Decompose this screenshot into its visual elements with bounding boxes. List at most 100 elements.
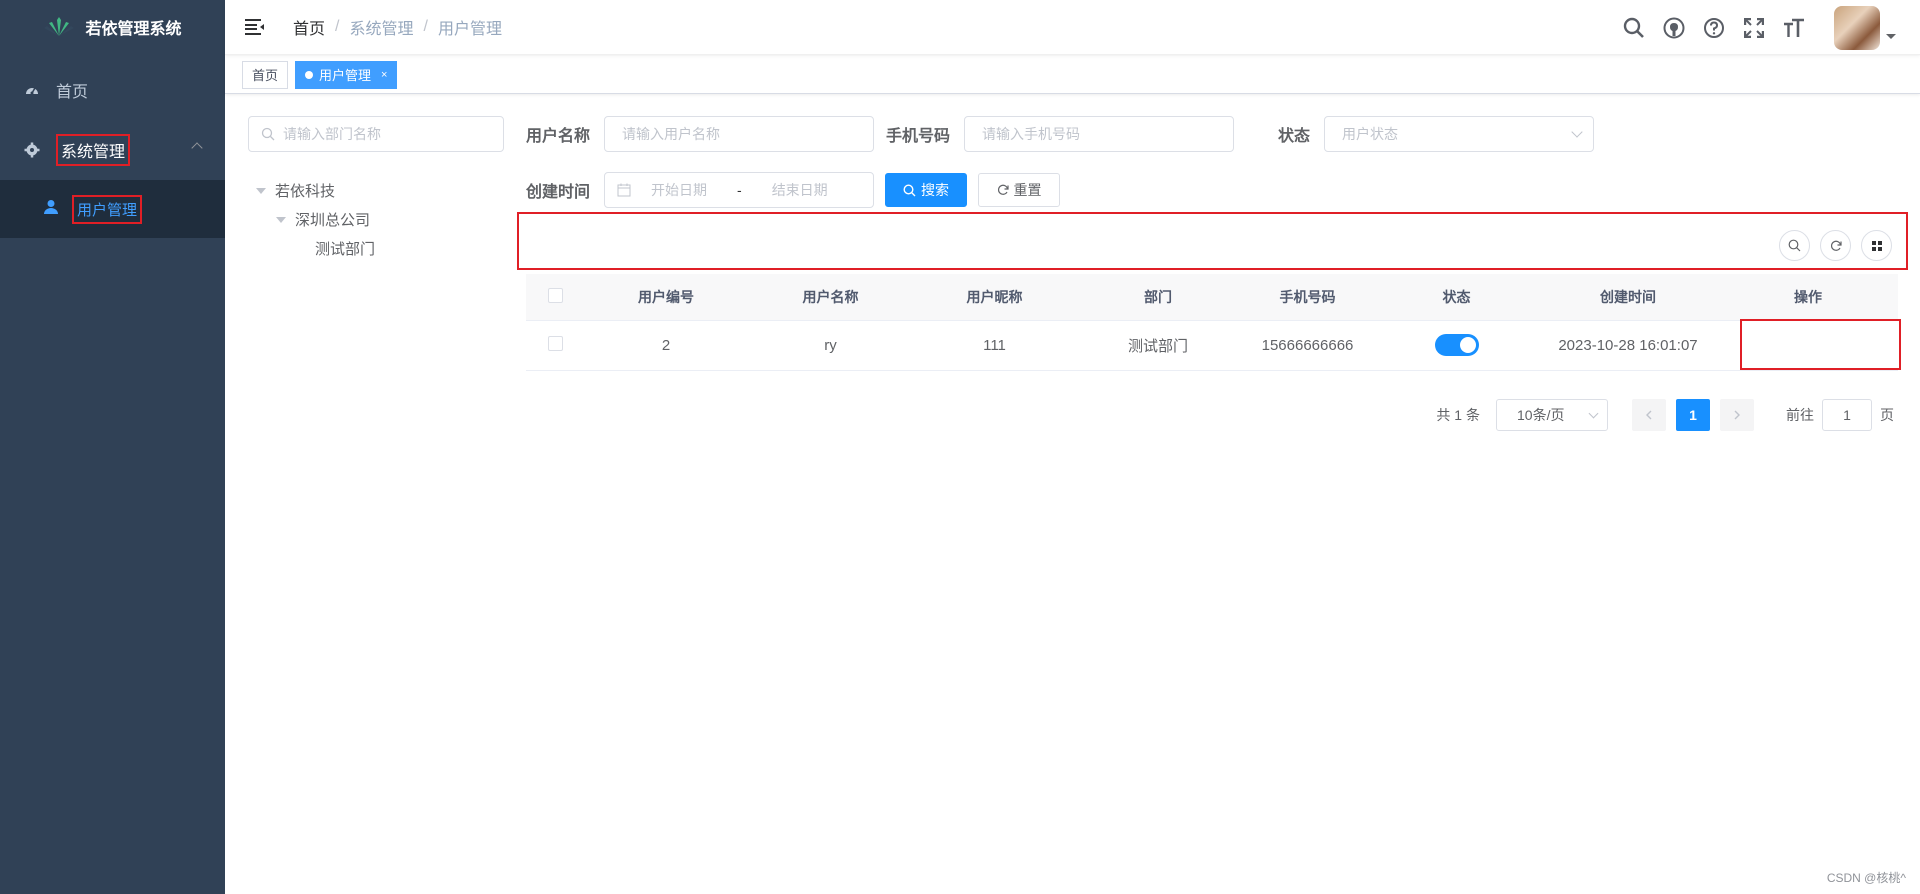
- status-switch[interactable]: [1434, 334, 1479, 356]
- chevron-right-icon: [1734, 410, 1740, 420]
- font-size-icon[interactable]: [1782, 16, 1806, 40]
- total-count: 共 1 条: [1436, 407, 1480, 423]
- cell-phone: 15666666666: [1240, 320, 1375, 371]
- status-select[interactable]: 用户状态: [1324, 116, 1595, 152]
- user-icon: [44, 199, 58, 219]
- highlight-box-actions: [1740, 319, 1901, 370]
- dept-search-placeholder: 请输入部门名称: [283, 126, 381, 142]
- gear-icon: [24, 142, 40, 158]
- cell-nickname: 111: [913, 320, 1076, 371]
- goto-label: 前往: [1786, 407, 1814, 423]
- tree-node[interactable]: 若依科技: [248, 176, 504, 205]
- search-button-label: 搜索: [921, 182, 950, 198]
- sidebar-item-system[interactable]: 系统管理: [0, 120, 225, 180]
- active-dot-icon: [305, 70, 314, 79]
- page-suffix: 页: [1880, 407, 1894, 423]
- breadcrumb-users: 用户管理: [437, 21, 502, 38]
- sidebar-item-label: 系统管理: [56, 134, 131, 166]
- status-label: 状态: [1278, 128, 1311, 145]
- tag-home[interactable]: 首页: [242, 60, 289, 89]
- select-all-checkbox[interactable]: [547, 287, 563, 303]
- sidebar-subitem-label: 用户管理: [72, 194, 143, 224]
- caret-down-icon: [276, 216, 286, 223]
- sidebar-item-users[interactable]: 用户管理: [0, 180, 225, 238]
- col-header: 创建时间: [1538, 274, 1718, 321]
- question-icon[interactable]: [1702, 16, 1726, 40]
- dept-search-input[interactable]: 请输入部门名称: [248, 116, 504, 152]
- breadcrumb-separator: /: [423, 18, 428, 35]
- page-size-select[interactable]: 10条/页: [1496, 399, 1608, 431]
- logo[interactable]: 若依管理系统: [0, 0, 225, 54]
- reset-button-label: 重置: [1013, 182, 1042, 198]
- search-button[interactable]: 搜索: [885, 173, 968, 207]
- breadcrumb-system: 系统管理: [349, 21, 414, 38]
- tree-node-label: 若依科技: [275, 183, 336, 200]
- columns-button[interactable]: [1861, 230, 1892, 261]
- dept-panel: 请输入部门名称 若依科技 深圳总公司 测试部门: [248, 116, 504, 263]
- tree-node[interactable]: 测试部门: [248, 234, 504, 263]
- start-date-placeholder: 开始日期: [651, 182, 708, 198]
- cell-status: [1375, 320, 1538, 371]
- dept-tree: 若依科技 深圳总公司 测试部门: [248, 176, 504, 263]
- col-header: 状态: [1375, 274, 1538, 321]
- select-all-cell: [526, 274, 584, 321]
- row-checkbox[interactable]: [547, 335, 563, 351]
- phone-placeholder: 请输入手机号码: [982, 126, 1081, 142]
- page-number-active[interactable]: 1: [1676, 399, 1710, 431]
- row-select-cell: [526, 320, 584, 371]
- close-icon[interactable]: ×: [381, 69, 387, 81]
- cell-username: ry: [748, 320, 913, 371]
- github-icon[interactable]: [1662, 16, 1686, 40]
- refresh-button[interactable]: [1820, 230, 1851, 261]
- table-header-row: 用户编号 用户名称 用户昵称 部门 手机号码 状态 创建时间 操作: [526, 274, 1898, 321]
- chevron-left-icon: [1646, 410, 1652, 420]
- date-range-picker[interactable]: 开始日期 - 结束日期: [604, 172, 875, 208]
- tag-label: 首页: [252, 68, 279, 83]
- fullscreen-icon[interactable]: [1742, 16, 1766, 40]
- navbar: 首页 / 系统管理 / 用户管理: [225, 0, 1920, 55]
- tree-node[interactable]: 深圳总公司: [248, 205, 504, 234]
- pagination: 共 1 条 10条/页 1 前往 1 页: [1436, 399, 1894, 431]
- tag-users[interactable]: 用户管理 ×: [295, 60, 398, 89]
- breadcrumb-home[interactable]: 首页: [293, 15, 325, 39]
- breadcrumb-separator: /: [335, 18, 340, 35]
- cell-id: 2: [584, 320, 748, 371]
- grid-icon: [1871, 240, 1882, 251]
- avatar[interactable]: [1834, 6, 1880, 50]
- col-header: 用户编号: [584, 274, 748, 321]
- next-page-button[interactable]: [1720, 399, 1754, 431]
- sidebar-item-home[interactable]: 首页: [0, 60, 225, 120]
- prev-page-button[interactable]: [1632, 399, 1666, 431]
- toggle-search-button[interactable]: [1779, 230, 1810, 261]
- right-toolbar: [1779, 230, 1892, 261]
- username-input[interactable]: 请输入用户名称: [604, 116, 875, 152]
- username-placeholder: 请输入用户名称: [622, 126, 721, 142]
- reset-button[interactable]: 重置: [978, 173, 1061, 207]
- calendar-icon: [617, 183, 631, 197]
- table-row: 2 ry 111 测试部门 15666666666 2023-10-28 16:…: [526, 320, 1898, 371]
- goto-page-input[interactable]: 1: [1822, 399, 1872, 431]
- logo-icon: [44, 17, 75, 36]
- refresh-icon: [1830, 240, 1842, 251]
- sidebar: 若依管理系统 首页 系统管理 用户管理: [0, 0, 225, 894]
- avatar-wrapper[interactable]: [1822, 6, 1896, 50]
- col-header: 手机号码: [1240, 274, 1375, 321]
- sidebar-item-label: 首页: [56, 84, 89, 101]
- breadcrumb: 首页 / 系统管理 / 用户管理: [293, 15, 502, 39]
- highlight-box-toolbar: [517, 212, 1908, 270]
- col-header: 用户昵称: [913, 274, 1076, 321]
- hamburger-icon[interactable]: [245, 19, 265, 35]
- search-icon: [903, 183, 916, 196]
- app-title: 若依管理系统: [85, 21, 182, 38]
- chevron-down-icon: [1588, 408, 1599, 418]
- caret-down-icon: [256, 187, 266, 194]
- cell-created: 2023-10-28 16:01:07: [1538, 320, 1718, 371]
- tree-node-label: 测试部门: [315, 241, 376, 258]
- phone-label: 手机号码: [886, 128, 951, 145]
- search-icon[interactable]: [1622, 16, 1646, 40]
- tag-label: 用户管理: [319, 68, 372, 83]
- dashboard-icon: [24, 82, 40, 98]
- created-label: 创建时间: [526, 184, 591, 201]
- phone-input[interactable]: 请输入手机号码: [964, 116, 1235, 152]
- page-size-value: 10条/页: [1517, 407, 1565, 423]
